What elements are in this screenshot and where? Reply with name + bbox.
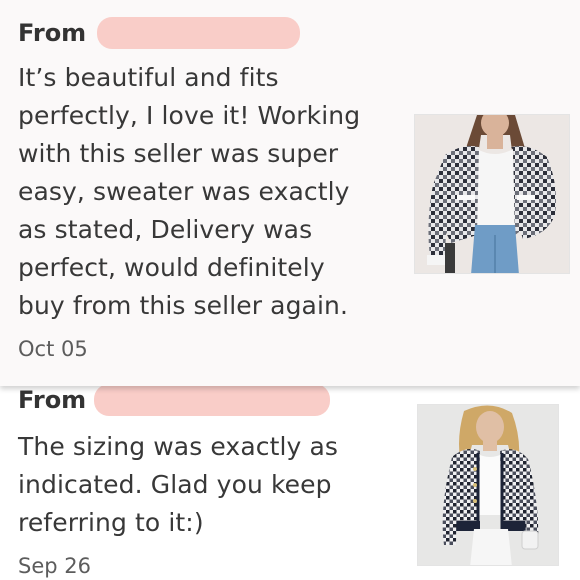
review-date: Oct 05 — [18, 337, 88, 361]
reviewer-row: From — [18, 384, 331, 416]
tweed-cardigan-photo-icon — [415, 115, 569, 273]
review-text: It’s beautiful and fits perfectly, I lov… — [18, 59, 398, 325]
product-photo[interactable] — [414, 114, 570, 274]
review-line: The sizing was exactly as — [18, 432, 339, 461]
redacted-reviewer-name — [97, 17, 301, 49]
review-line: with this seller was super — [18, 139, 339, 168]
product-photo[interactable] — [417, 404, 559, 566]
review-line: easy, sweater was exactly — [18, 177, 350, 206]
review-card[interactable]: From The sizing was exactly as indicated… — [0, 384, 580, 580]
review-card[interactable]: From It’s beautiful and fits perfectly, … — [0, 0, 580, 386]
review-line: perfect, would definitely — [18, 253, 325, 282]
from-label: From — [18, 386, 87, 414]
redacted-reviewer-name — [94, 384, 331, 416]
review-date: Sep 26 — [18, 554, 91, 578]
review-line: buy from this seller again. — [18, 291, 348, 320]
review-line: as stated, Delivery was — [18, 215, 313, 244]
review-line: referring to it:) — [18, 508, 204, 537]
tweed-cardigan-photo-icon — [418, 405, 558, 565]
reviewer-row: From — [18, 17, 301, 49]
review-line: It’s beautiful and fits — [18, 63, 279, 92]
from-label: From — [18, 19, 87, 47]
review-line: perfectly, I love it! Working — [18, 101, 361, 130]
review-line: indicated. Glad you keep — [18, 470, 332, 499]
review-text: The sizing was exactly as indicated. Gla… — [18, 428, 398, 542]
